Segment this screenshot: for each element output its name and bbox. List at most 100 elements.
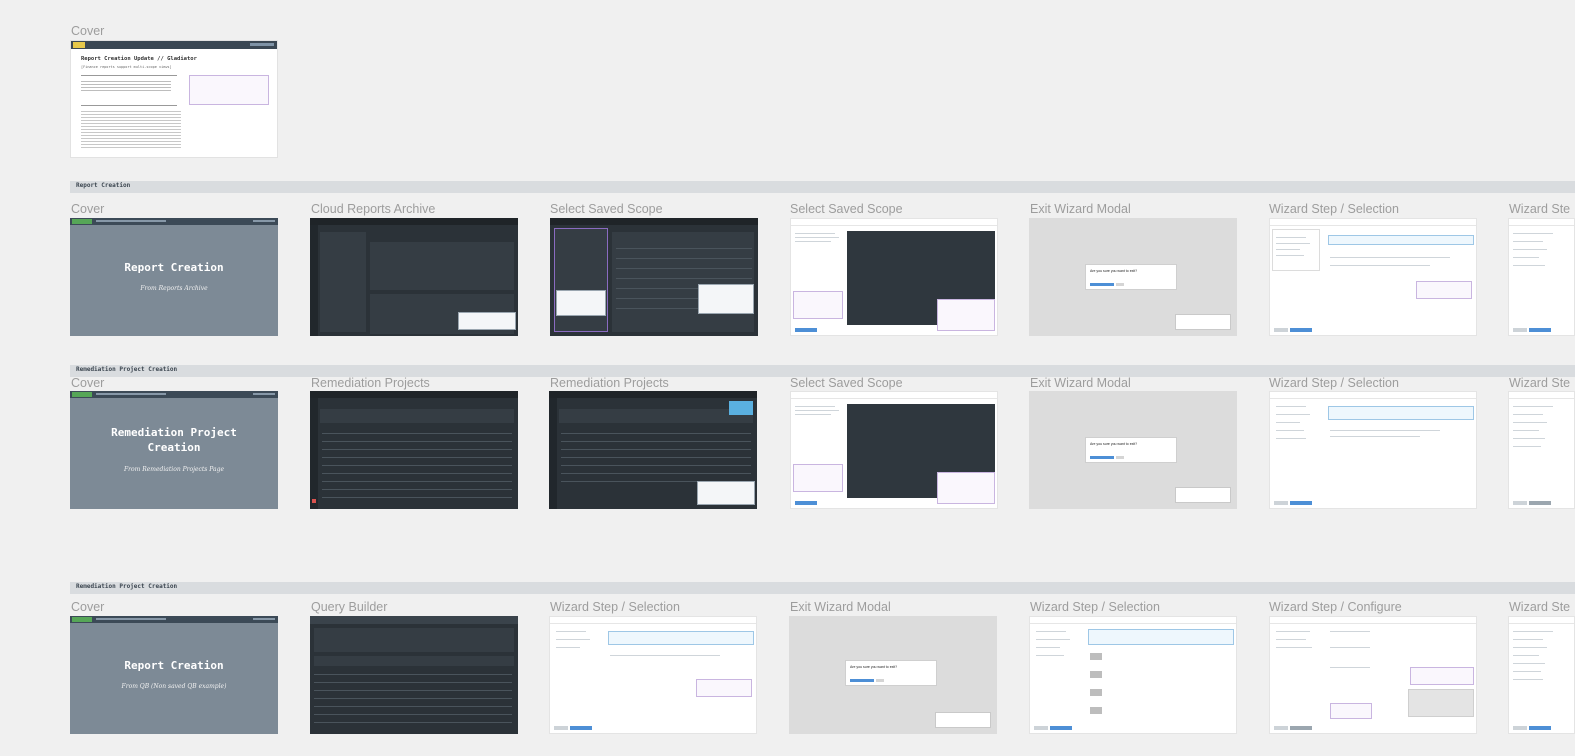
frame-label[interactable]: Remediation Projects [550,376,669,390]
back-button[interactable] [1513,726,1527,730]
frame-label[interactable]: Exit Wizard Modal [790,600,891,614]
frame-label[interactable]: Cover [71,376,104,390]
next-button[interactable] [795,501,817,505]
selected-option[interactable] [1328,406,1474,420]
section-header-report-creation: Report Creation [70,181,1575,193]
cover-title: Report Creation [124,261,224,274]
back-button[interactable] [1034,726,1048,730]
exit-confirm-button[interactable] [1090,456,1114,459]
annotation-caption [935,712,991,728]
cover-subtitle: From QB (Non saved QB example) [121,683,227,690]
exit-wizard-modal-thumbnail[interactable]: Are you sure you want to exit? [1029,218,1237,336]
exit-wizard-modal-thumbnail-2[interactable]: Are you sure you want to exit? [1029,391,1237,509]
annotation-note [937,299,995,331]
exit-cancel-button[interactable] [1116,456,1124,459]
wizard-configure-thumbnail[interactable] [1269,616,1477,734]
frame-label[interactable]: Wizard Step / Configure [1269,600,1402,614]
cover-document-thumbnail[interactable]: Report Creation Update // Gladiator [Fin… [70,40,278,158]
annotation-popup [458,312,516,330]
back-button[interactable] [1513,328,1527,332]
annotation-caption [1175,487,1231,503]
frame-label[interactable]: Wizard Ste [1509,202,1570,216]
selected-option[interactable] [608,631,754,645]
select-saved-scope-light-thumbnail-2[interactable] [790,391,998,509]
wizard-selection-thumbnail[interactable] [1269,218,1477,336]
frame-label[interactable]: Wizard Step / Selection [1269,202,1399,216]
frame-label-cover-doc[interactable]: Cover [71,24,104,38]
frame-label[interactable]: Wizard Step / Selection [1269,376,1399,390]
exit-dialog: Are you sure you want to exit? [1085,264,1177,290]
frame-label[interactable]: Wizard Step / Selection [550,600,680,614]
frame-label[interactable]: Exit Wizard Modal [1030,202,1131,216]
back-button[interactable] [554,726,568,730]
next-button[interactable] [570,726,592,730]
exit-cancel-button[interactable] [876,679,884,682]
frame-label[interactable]: Cover [71,202,104,216]
status-tag [72,392,92,397]
remediation-projects-popover-thumbnail[interactable] [549,391,757,509]
doc-title: Report Creation Update // Gladiator [81,56,197,62]
select-saved-scope-light-thumbnail[interactable] [790,218,998,336]
next-button[interactable] [795,328,817,332]
next-button[interactable] [1290,501,1312,505]
callout-note [189,75,269,105]
wizard-selection-thumbnail-4[interactable] [1029,616,1237,734]
back-button[interactable] [1513,501,1527,505]
frame-label[interactable]: Select Saved Scope [790,202,903,216]
frame-label[interactable]: Wizard Ste [1509,600,1570,614]
annotation-note [1330,703,1372,719]
frame-label[interactable]: Cloud Reports Archive [311,202,435,216]
select-saved-scope-dark-thumbnail[interactable] [550,218,758,336]
frame-label[interactable]: Cover [71,600,104,614]
selected-option[interactable] [1088,629,1234,645]
frame-label[interactable]: Wizard Step / Selection [1030,600,1160,614]
doc-subtitle: [Finance reports support multi-scope vie… [81,65,172,69]
exit-dialog-question: Are you sure you want to exit? [1090,269,1138,273]
cover-thumbnail-qb[interactable]: Report Creation From QB (Non saved QB ex… [70,616,278,734]
back-button[interactable] [1274,328,1288,332]
exit-confirm-button[interactable] [1090,283,1114,286]
annotation-note [937,472,995,504]
next-button[interactable] [1290,726,1312,730]
query-builder-thumbnail[interactable] [310,616,518,734]
next-button[interactable] [1290,328,1312,332]
cover-thumbnail-report-creation[interactable]: Report Creation From Reports Archive [70,218,278,336]
frame-label[interactable]: Select Saved Scope [550,202,663,216]
cover-title: Remediation Project Creation [111,426,237,454]
wizard-step-thumbnail-partial-2[interactable] [1508,391,1575,509]
back-button[interactable] [1274,501,1288,505]
annotation-caption [1175,314,1231,330]
selected-option[interactable] [1328,235,1474,245]
frame-label[interactable]: Remediation Projects [311,376,430,390]
wizard-selection-thumbnail-3[interactable] [549,616,757,734]
exit-cancel-button[interactable] [1116,283,1124,286]
frame-label[interactable]: Select Saved Scope [790,376,903,390]
next-button[interactable] [1529,501,1551,505]
back-button[interactable] [1274,726,1288,730]
exit-confirm-button[interactable] [850,679,874,682]
cover-subtitle: From Remediation Projects Page [123,466,225,473]
create-project-button[interactable] [729,401,753,415]
annotation-note [696,679,752,697]
annotation-note [793,464,843,492]
wizard-selection-thumbnail-2[interactable] [1269,391,1477,509]
status-tag [72,219,92,224]
next-button[interactable] [1050,726,1072,730]
next-button[interactable] [1529,726,1551,730]
frame-label[interactable]: Wizard Ste [1509,376,1570,390]
exit-dialog-question: Are you sure you want to exit? [850,665,898,669]
frame-label[interactable]: Exit Wizard Modal [1030,376,1131,390]
wizard-step-thumbnail-partial-3[interactable] [1508,616,1575,734]
exit-wizard-modal-thumbnail-3[interactable]: Are you sure you want to exit? [789,616,997,734]
cover-thumbnail-remediation[interactable]: Remediation Project Creation From Remedi… [70,391,278,509]
section-header-remediation-project-creation-2: Remediation Project Creation [70,582,1575,594]
cloud-reports-archive-thumbnail[interactable] [310,218,518,336]
next-button[interactable] [1529,328,1551,332]
frame-label[interactable]: Query Builder [311,600,387,614]
remediation-projects-thumbnail[interactable] [310,391,518,509]
annotation-note [1416,281,1472,299]
wizard-step-thumbnail-partial[interactable] [1508,218,1575,336]
doc-header [71,41,277,49]
exit-dialog: Are you sure you want to exit? [1085,437,1177,463]
annotation-note [793,291,843,319]
